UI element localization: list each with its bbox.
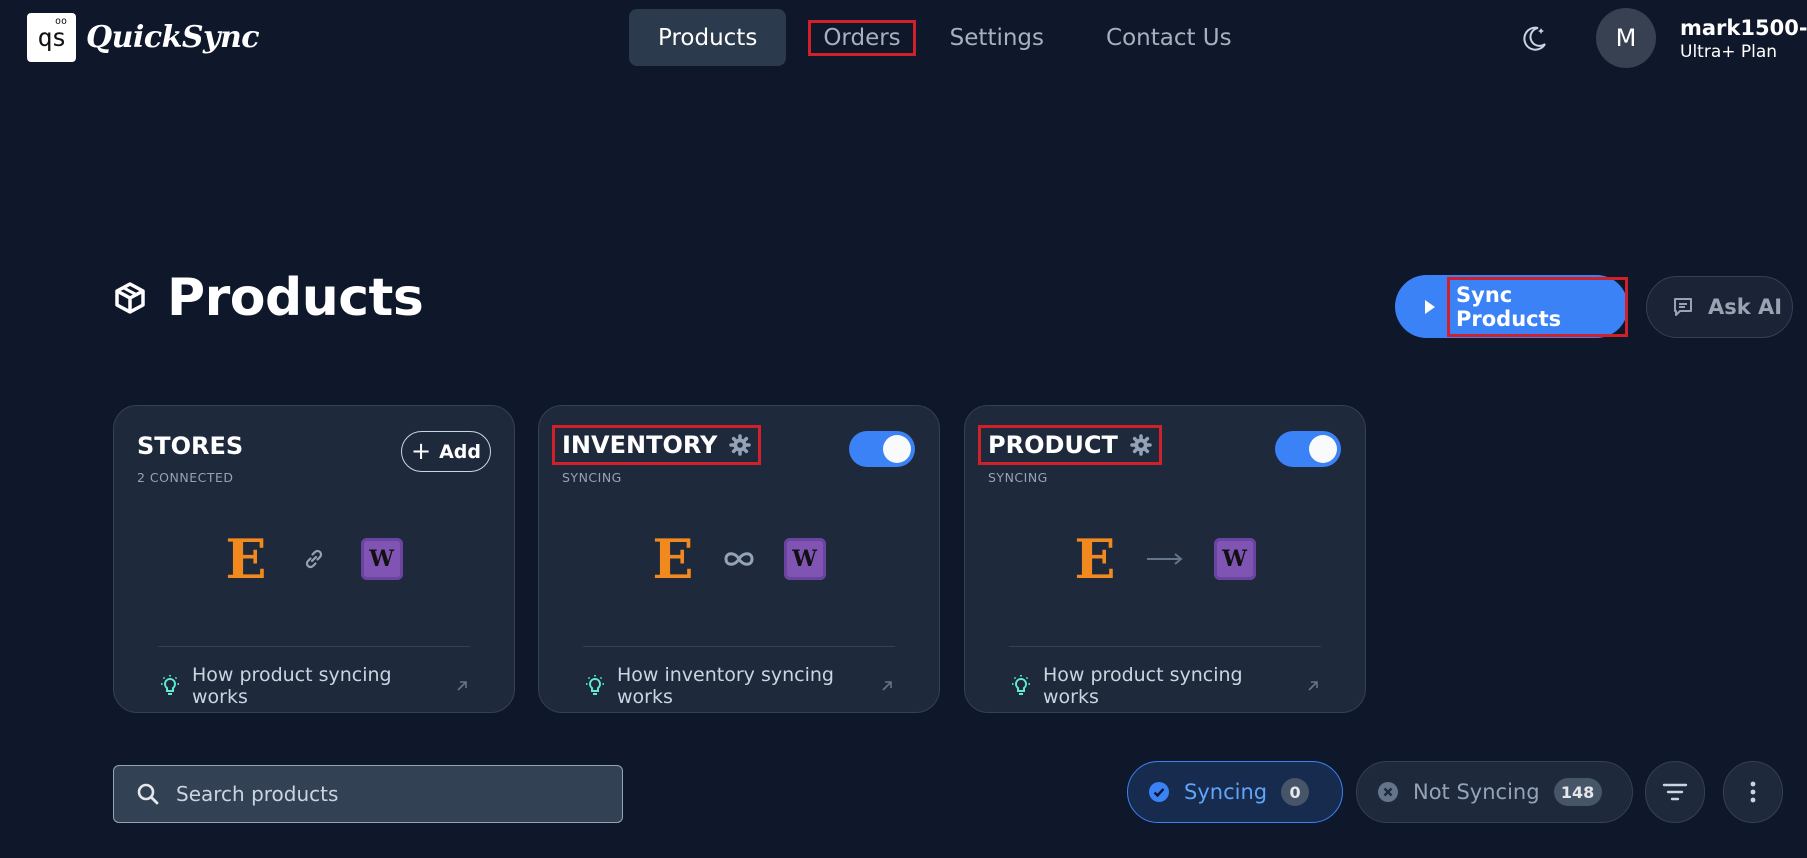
woocommerce-logo: W <box>360 538 403 580</box>
x-circle-icon <box>1378 782 1398 802</box>
lightbulb-icon <box>1012 675 1030 695</box>
stores-card: STORES 2 CONNECTED + Add E W How product… <box>113 405 515 713</box>
lightbulb-icon <box>586 675 604 695</box>
user-name: mark1500-s <box>1680 16 1807 40</box>
syncing-count: 0 <box>1281 778 1310 806</box>
product-title-box: PRODUCT <box>978 425 1162 465</box>
gear-icon[interactable] <box>1130 434 1152 456</box>
toggle-knob <box>883 435 911 463</box>
product-title: PRODUCT <box>988 431 1118 459</box>
plus-icon: + <box>410 436 432 465</box>
play-icon <box>1425 299 1435 314</box>
logo-badge-dots: oo <box>54 16 67 27</box>
how-it-works-label: How product syncing works <box>1043 664 1243 708</box>
inventory-sync-toggle[interactable] <box>849 431 915 467</box>
product-sync-toggle[interactable] <box>1275 431 1341 467</box>
toggle-knob <box>1309 435 1337 463</box>
add-store-button[interactable]: + Add <box>401 431 491 472</box>
syncing-filter-chip[interactable]: Syncing 0 <box>1127 761 1343 823</box>
add-store-label: Add <box>439 440 481 463</box>
user-plan: Ultra+ Plan <box>1680 42 1778 62</box>
app-logo[interactable]: qs oo QuickSync <box>27 13 260 62</box>
syncing-label: Syncing <box>1184 780 1268 804</box>
ask-ai-label: Ask AI <box>1708 295 1783 319</box>
filter-button[interactable] <box>1645 761 1705 823</box>
page: qs oo QuickSync Products Orders Settings… <box>0 0 1807 858</box>
product-card: PRODUCT SYNCING E W How product syncing … <box>964 405 1366 713</box>
nav-products[interactable]: Products <box>629 9 787 66</box>
page-header: Products <box>113 268 424 328</box>
gear-icon[interactable] <box>729 434 752 456</box>
lightbulb-icon <box>161 675 179 695</box>
card-divider <box>158 646 470 647</box>
card-divider <box>1009 646 1321 647</box>
page-title: Products <box>167 268 424 328</box>
nav-settings[interactable]: Settings <box>940 9 1077 66</box>
inventory-title: INVENTORY <box>562 431 718 459</box>
not-syncing-count: 148 <box>1553 778 1602 806</box>
how-inventory-syncing-link[interactable]: How inventory syncing works <box>583 664 895 708</box>
inventory-logos: E W <box>539 532 939 586</box>
woocommerce-logo: W <box>1213 538 1256 580</box>
cube-icon <box>115 282 145 314</box>
more-vertical-icon <box>1750 781 1756 803</box>
woocommerce-logo: W <box>783 538 826 580</box>
inventory-card: INVENTORY SYNCING E W How inventory sync… <box>538 405 940 713</box>
store-logos: E W <box>114 532 514 586</box>
card-divider <box>583 646 895 647</box>
filter-icon <box>1662 783 1688 801</box>
external-arrow-icon <box>882 681 892 691</box>
user-info[interactable]: mark1500-s Ultra+ Plan <box>1680 16 1807 62</box>
sync-products-label: Sync Products <box>1447 276 1628 337</box>
nav-orders[interactable]: Orders <box>808 9 916 66</box>
not-syncing-filter-chip[interactable]: Not Syncing 148 <box>1356 761 1633 823</box>
more-options-button[interactable] <box>1723 761 1783 823</box>
stores-title: STORES <box>137 432 244 460</box>
logo-wordmark: QuickSync <box>86 20 260 55</box>
inventory-title-box: INVENTORY <box>552 425 762 465</box>
logo-badge-text: qs <box>37 23 66 52</box>
product-logos: E W <box>965 532 1365 586</box>
etsy-logo: E <box>652 527 694 591</box>
etsy-logo: E <box>1074 527 1116 591</box>
how-it-works-link[interactable]: How product syncing works <box>158 664 470 708</box>
not-syncing-label: Not Syncing <box>1413 780 1540 804</box>
dark-mode-moon-icon[interactable] <box>1518 22 1550 54</box>
logo-badge: qs oo <box>27 13 76 62</box>
how-product-syncing-link[interactable]: How product syncing works <box>1009 664 1321 708</box>
search-box <box>113 765 623 823</box>
external-arrow-icon <box>457 681 467 691</box>
product-subtitle: SYNCING <box>988 470 1048 485</box>
arrow-right-icon <box>1146 553 1183 565</box>
infinity-icon <box>724 552 754 566</box>
stores-subtitle: 2 CONNECTED <box>137 470 234 485</box>
how-it-works-label: How product syncing works <box>192 664 392 708</box>
sync-products-button[interactable]: Sync Products <box>1395 275 1628 338</box>
link-icon <box>305 549 322 569</box>
top-nav: Products Orders Settings Contact Us <box>629 9 1261 66</box>
ask-ai-button[interactable]: Ask AI <box>1646 276 1793 338</box>
how-it-works-label: How inventory syncing works <box>617 664 834 708</box>
search-icon <box>137 783 159 805</box>
check-circle-icon <box>1149 782 1169 802</box>
external-arrow-icon <box>1308 681 1318 691</box>
etsy-logo: E <box>225 527 267 591</box>
nav-contact-us[interactable]: Contact Us <box>1077 9 1261 66</box>
nav-orders-label: Orders <box>808 19 916 56</box>
search-input[interactable] <box>176 782 606 806</box>
inventory-subtitle: SYNCING <box>562 470 622 485</box>
avatar[interactable]: M <box>1596 8 1656 68</box>
chat-icon <box>1674 298 1692 316</box>
